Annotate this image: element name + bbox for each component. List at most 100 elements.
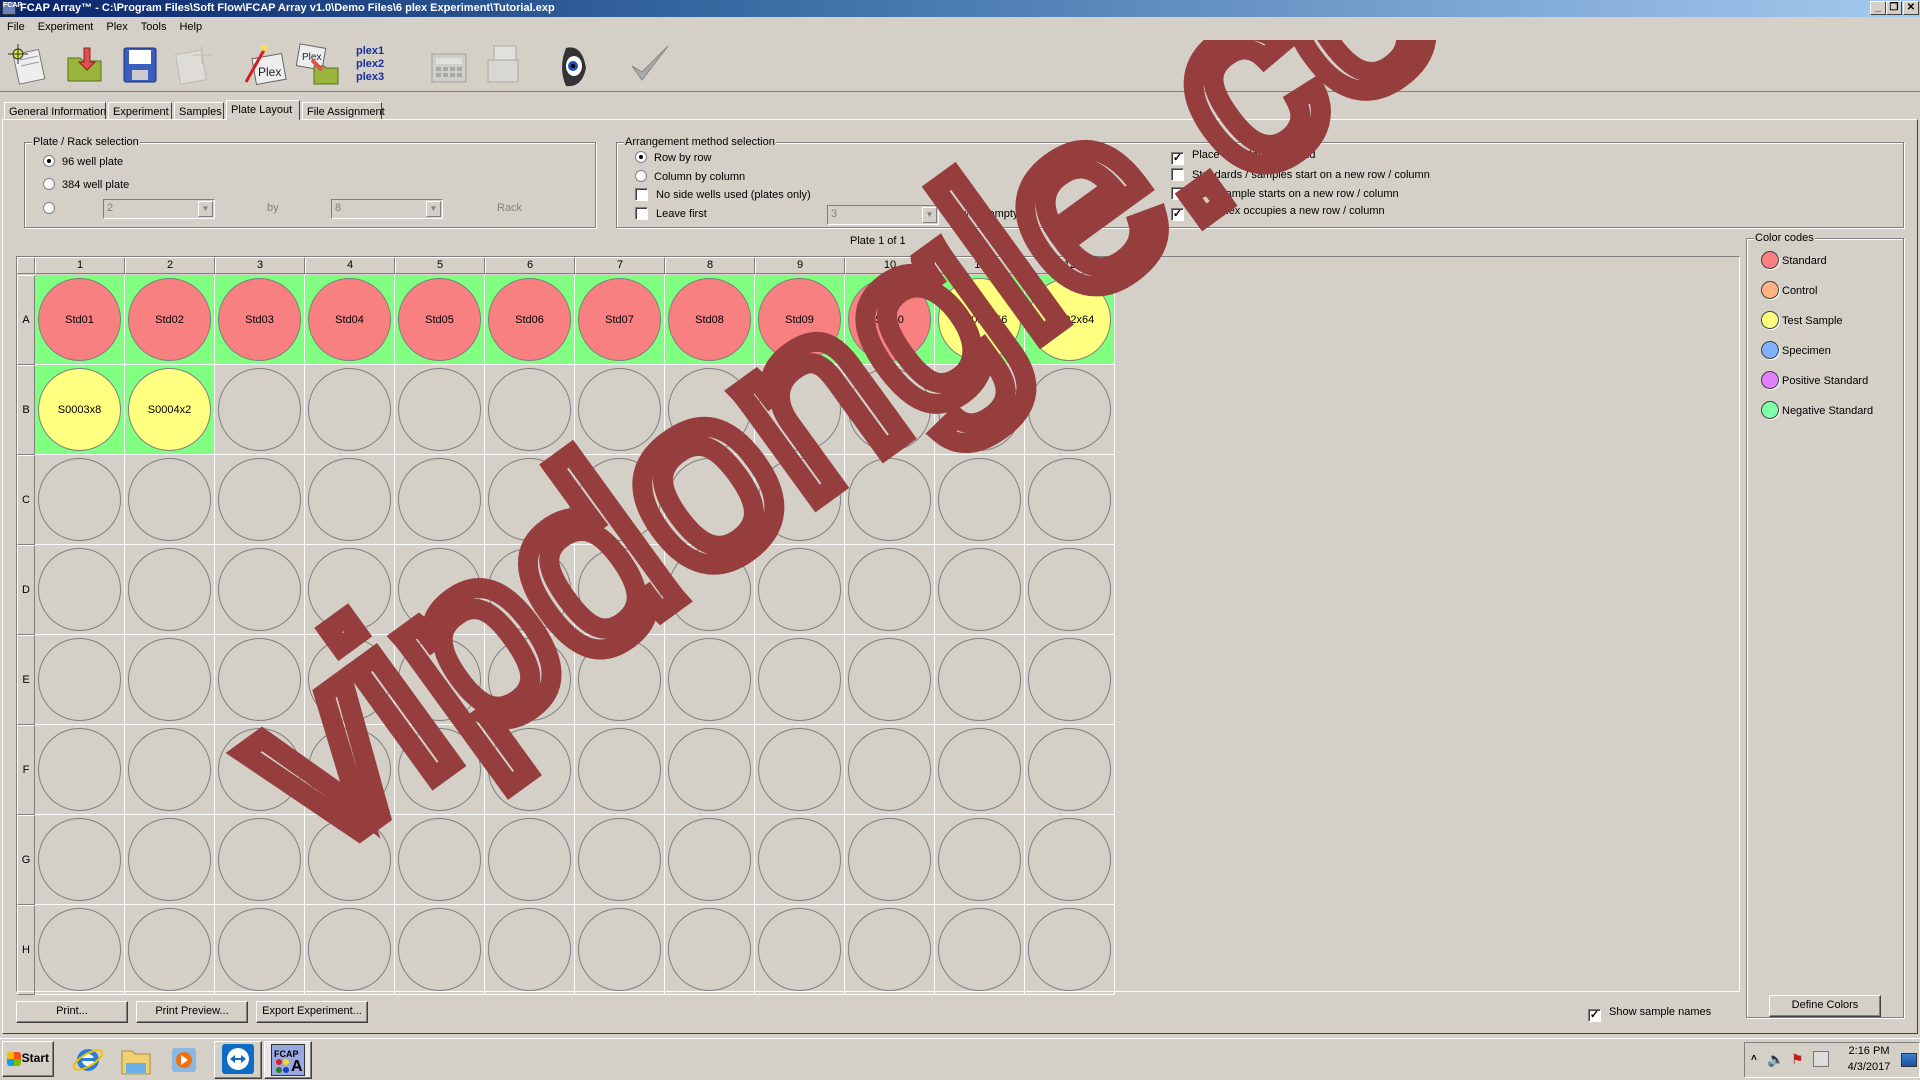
well-cell-F12[interactable] [1025, 725, 1115, 815]
chevron-down-icon[interactable]: ▼ [922, 207, 937, 223]
tab-general-information[interactable]: General Information [4, 102, 106, 120]
well-G7[interactable] [578, 818, 661, 901]
well-D10[interactable] [848, 548, 931, 631]
checkbox-box[interactable]: ✓ [1171, 208, 1184, 221]
well-F5[interactable] [398, 728, 481, 811]
well-cell-F6[interactable] [485, 725, 575, 815]
well-B5[interactable] [398, 368, 481, 451]
column-header[interactable]: 4 [305, 257, 395, 274]
well-cell-E3[interactable] [215, 635, 305, 725]
well-cell-A6[interactable]: Std06 [485, 275, 575, 365]
well-C2[interactable] [128, 458, 211, 541]
well-A7[interactable]: Std07 [578, 278, 661, 361]
well-G3[interactable] [218, 818, 301, 901]
column-header[interactable]: 2 [125, 257, 215, 274]
well-H12[interactable] [1028, 908, 1111, 991]
well-B8[interactable] [668, 368, 751, 451]
well-D2[interactable] [128, 548, 211, 631]
well-cell-D6[interactable] [485, 545, 575, 635]
well-C7[interactable] [578, 458, 661, 541]
well-D7[interactable] [578, 548, 661, 631]
column-header[interactable]: 11 [935, 257, 1025, 274]
well-cell-H11[interactable] [935, 905, 1025, 995]
well-cell-E12[interactable] [1025, 635, 1115, 725]
well-A10[interactable]: Std10 [848, 278, 931, 361]
well-B2[interactable]: S0004x2 [128, 368, 211, 451]
well-cell-D9[interactable] [755, 545, 845, 635]
checkbox-box[interactable] [1171, 187, 1184, 200]
well-G12[interactable] [1028, 818, 1111, 901]
well-C11[interactable] [938, 458, 1021, 541]
well-G11[interactable] [938, 818, 1021, 901]
well-E4[interactable] [308, 638, 391, 721]
row-header[interactable]: D [17, 545, 35, 635]
row-header[interactable]: E [17, 635, 35, 725]
well-cell-H7[interactable] [575, 905, 665, 995]
well-cell-A10[interactable]: Std10 [845, 275, 935, 365]
teamviewer-button[interactable] [214, 1041, 262, 1079]
well-C10[interactable] [848, 458, 931, 541]
well-F7[interactable] [578, 728, 661, 811]
well-cell-C10[interactable] [845, 455, 935, 545]
well-cell-C7[interactable] [575, 455, 665, 545]
well-D3[interactable] [218, 548, 301, 631]
row-header[interactable]: C [17, 455, 35, 545]
well-H3[interactable] [218, 908, 301, 991]
well-C3[interactable] [218, 458, 301, 541]
well-H5[interactable] [398, 908, 481, 991]
well-cell-B10[interactable] [845, 365, 935, 455]
checkbox-box[interactable] [635, 188, 648, 201]
well-cell-B5[interactable] [395, 365, 485, 455]
well-cell-F10[interactable] [845, 725, 935, 815]
well-cell-C3[interactable] [215, 455, 305, 545]
plex-wizard-button[interactable]: Plex [240, 40, 288, 88]
well-cell-E2[interactable] [125, 635, 215, 725]
rack-rows-select[interactable]: 2 ▼ [103, 199, 215, 219]
leave-first-checkbox[interactable]: Leave first [635, 207, 707, 220]
menu-help[interactable]: Help [172, 18, 208, 33]
well-cell-A9[interactable]: Std09 [755, 275, 845, 365]
well-cell-B11[interactable] [935, 365, 1025, 455]
radio-rack[interactable] [43, 202, 62, 215]
column-header[interactable]: 1 [35, 257, 125, 274]
well-E10[interactable] [848, 638, 931, 721]
well-A8[interactable]: Std08 [668, 278, 751, 361]
radio-dot[interactable] [43, 178, 55, 190]
well-cell-E5[interactable] [395, 635, 485, 725]
well-G9[interactable] [758, 818, 841, 901]
well-E2[interactable] [128, 638, 211, 721]
well-cell-B4[interactable] [305, 365, 395, 455]
print-button[interactable]: Print... [16, 1001, 128, 1023]
well-H2[interactable] [128, 908, 211, 991]
well-cell-F8[interactable] [665, 725, 755, 815]
well-cell-D7[interactable] [575, 545, 665, 635]
well-cell-H10[interactable] [845, 905, 935, 995]
radio-column-by-column[interactable]: Column by column [635, 170, 745, 183]
well-cell-C1[interactable] [35, 455, 125, 545]
well-cell-E7[interactable] [575, 635, 665, 725]
well-cell-G2[interactable] [125, 815, 215, 905]
column-header[interactable]: 6 [485, 257, 575, 274]
well-cell-A1[interactable]: Std01 [35, 275, 125, 365]
checkbox-box[interactable] [1171, 168, 1184, 181]
tab-file-assignment[interactable]: File Assignment [302, 102, 385, 120]
well-cell-G5[interactable] [395, 815, 485, 905]
well-cell-F5[interactable] [395, 725, 485, 815]
column-header[interactable]: 10 [845, 257, 935, 274]
well-C6[interactable] [488, 458, 571, 541]
export-experiment-button[interactable]: Export Experiment... [256, 1001, 368, 1023]
well-cell-B6[interactable] [485, 365, 575, 455]
radio-dot[interactable] [43, 202, 55, 214]
well-D11[interactable] [938, 548, 1021, 631]
well-F9[interactable] [758, 728, 841, 811]
well-cell-B12[interactable] [1025, 365, 1115, 455]
well-F8[interactable] [668, 728, 751, 811]
checkbox-box[interactable]: ✓ [1588, 1009, 1601, 1022]
well-cell-D3[interactable] [215, 545, 305, 635]
clock-date[interactable]: 4/3/2017 [1841, 1061, 1897, 1073]
well-B7[interactable] [578, 368, 661, 451]
well-F1[interactable] [38, 728, 121, 811]
well-cell-C8[interactable] [665, 455, 755, 545]
well-B12[interactable] [1028, 368, 1111, 451]
well-cell-C11[interactable] [935, 455, 1025, 545]
